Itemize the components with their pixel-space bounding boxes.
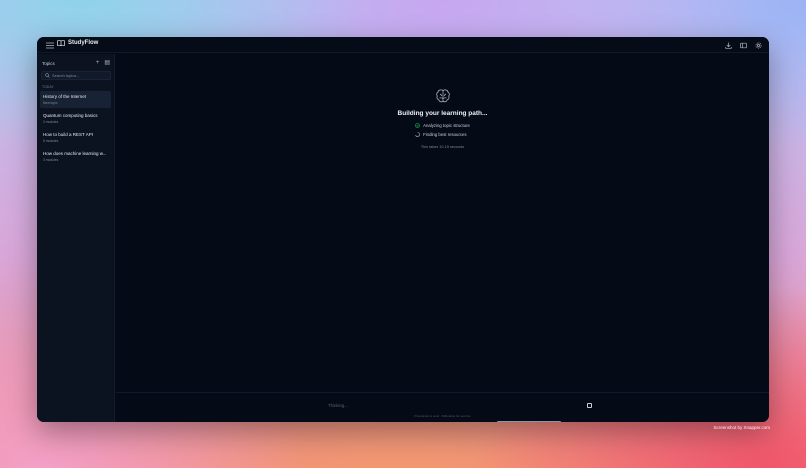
main-panel: Building your learning path... Analyzing… bbox=[116, 54, 769, 422]
spinner-icon bbox=[415, 132, 420, 137]
topic-list: History of the Internet New topic Quantu… bbox=[40, 91, 111, 167]
topic-item[interactable]: How to build a REST API 5 modules bbox=[40, 129, 111, 146]
loader-note: This takes 10-15 seconds bbox=[420, 145, 465, 149]
topic-subtitle: 3 modules bbox=[43, 158, 59, 162]
menu-icon[interactable] bbox=[45, 40, 55, 50]
brain-icon bbox=[435, 89, 450, 103]
sidebar-header: Topics + ▤ bbox=[42, 59, 110, 67]
app-window: StudyFlow Topics + ▤ TODAY bbox=[37, 37, 769, 422]
step-item: Analyzing topic structure bbox=[415, 123, 470, 128]
loader-title: Building your learning path... bbox=[397, 110, 488, 117]
add-topic-icon[interactable]: + bbox=[96, 60, 100, 66]
topic-title: History of the Internet bbox=[43, 94, 87, 99]
chat-input-area: Press Enter to send · Shift+Enter for ne… bbox=[116, 392, 769, 422]
search-input[interactable] bbox=[52, 73, 110, 78]
chat-input-wrapper bbox=[328, 399, 558, 411]
download-icon[interactable] bbox=[723, 40, 733, 50]
collapse-sidebar-icon[interactable]: ▤ bbox=[104, 60, 110, 66]
title-bar: StudyFlow bbox=[37, 37, 769, 53]
topic-title: How does machine learning w... bbox=[43, 151, 107, 156]
search-icon bbox=[45, 73, 50, 78]
check-circle-icon bbox=[415, 123, 420, 128]
topic-subtitle: 5 modules bbox=[43, 139, 59, 143]
topic-item[interactable]: Quantum computing basics 3 modules bbox=[40, 110, 111, 127]
app-name: StudyFlow bbox=[68, 40, 99, 46]
gear-icon[interactable] bbox=[753, 40, 763, 50]
topic-title: Quantum computing basics bbox=[43, 113, 98, 118]
watermark: Screenshot by Xnapper.com bbox=[713, 425, 770, 430]
stop-button[interactable] bbox=[587, 403, 592, 408]
topic-title: How to build a REST API bbox=[43, 132, 93, 137]
panel-icon[interactable] bbox=[738, 40, 748, 50]
sidebar-title: Topics bbox=[42, 60, 55, 66]
progress-steps: Analyzing topic structure Finding best r… bbox=[415, 123, 470, 137]
brand: StudyFlow bbox=[57, 40, 98, 46]
sidebar: Topics + ▤ TODAY History of the Internet… bbox=[37, 54, 115, 422]
book-icon bbox=[57, 40, 65, 46]
topic-subtitle: New topic bbox=[43, 101, 58, 105]
input-hint: Press Enter to send · Shift+Enter for ne… bbox=[414, 414, 471, 418]
step-item: Finding best resources bbox=[415, 132, 470, 137]
topic-subtitle: 3 modules bbox=[43, 120, 59, 124]
step-label: Analyzing topic structure bbox=[423, 123, 470, 128]
topic-item[interactable]: How does machine learning w... 3 modules bbox=[40, 148, 111, 165]
group-label-today: TODAY bbox=[42, 85, 54, 89]
scroll-indicator[interactable] bbox=[497, 421, 561, 422]
step-label: Finding best resources bbox=[423, 132, 467, 137]
chat-input[interactable] bbox=[328, 402, 528, 408]
topic-item[interactable]: History of the Internet New topic bbox=[40, 91, 111, 108]
search-box bbox=[41, 71, 111, 80]
loading-state: Building your learning path... Analyzing… bbox=[116, 88, 769, 149]
